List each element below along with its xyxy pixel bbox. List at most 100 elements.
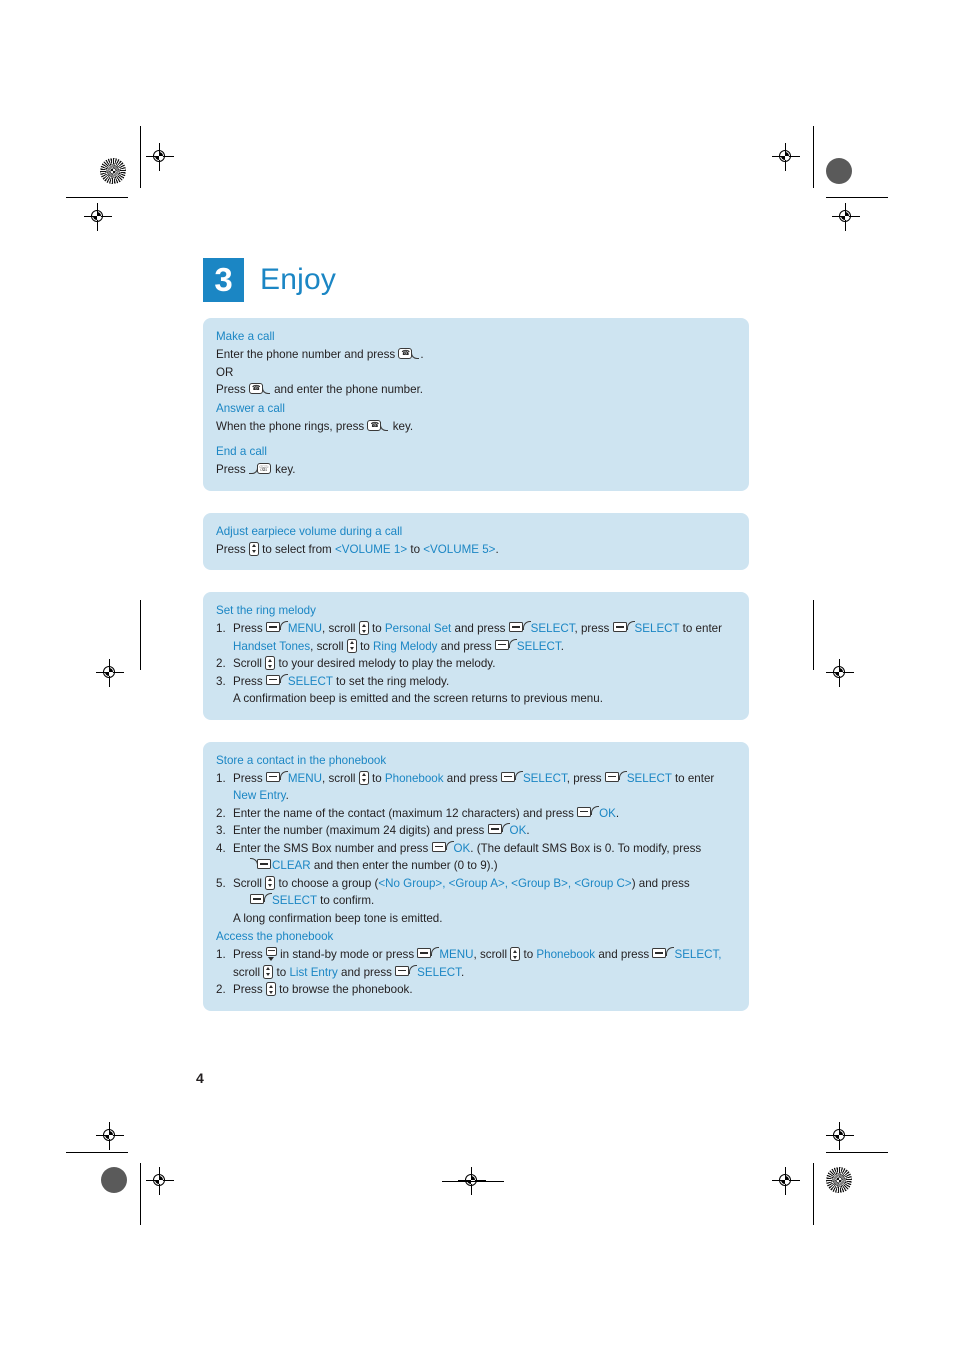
list-item: 2. Scroll to your desired melody to play… (216, 655, 736, 673)
select-label: SELECT (516, 639, 561, 653)
make-a-call-line-1: Enter the phone number and press ☎. (216, 346, 736, 364)
scroll-up-down-key-icon (265, 656, 276, 670)
text: to (360, 639, 370, 653)
text: and press (446, 771, 498, 785)
heading-access-the-phonebook: Access the phonebook (216, 930, 334, 943)
select-label: SELECT (626, 771, 672, 785)
text: Press (233, 948, 263, 961)
text: to set the ring melody. (336, 674, 450, 688)
call-key-icon: ☎ (367, 419, 389, 433)
menu-label: MENU (287, 622, 323, 635)
scroll-up-down-key-icon (248, 541, 259, 556)
soft-key-icon (577, 805, 600, 819)
step-number: 2. (216, 657, 226, 670)
group-option-c: <Group C> (574, 876, 632, 890)
page-number: 4 (196, 1070, 204, 1086)
soft-key-icon (265, 621, 288, 634)
scroll-up-down-key-icon (263, 964, 274, 979)
answer-a-call-line: When the phone rings, press ☎ key. (216, 418, 736, 436)
soft-key-icon (487, 823, 510, 836)
text: to (371, 622, 382, 635)
select-label: SELECT (530, 622, 575, 635)
text: to (276, 965, 287, 979)
text: Press (216, 542, 246, 556)
soft-key-icon (417, 947, 440, 960)
text: and then enter the number (0 to 9).) (313, 859, 498, 872)
text: key. (392, 419, 414, 433)
step-number: 3. (216, 674, 226, 688)
text: . (420, 348, 424, 361)
volume-line: Press to select from <VOLUME 1> to <VOLU… (216, 541, 736, 559)
menu-item-ring-melody: Ring Melody (373, 639, 438, 653)
text: . (526, 824, 530, 837)
page-title: Enjoy (260, 263, 337, 296)
volume-low-value: <VOLUME 1> (334, 542, 408, 556)
end-a-call-line: Press ☏ key. (216, 461, 736, 479)
text: and enter the phone number. (274, 383, 424, 396)
step-note: A long confirmation beep tone is emitted… (233, 911, 443, 925)
scroll-up-down-key-icon (346, 638, 357, 653)
text: to your desired melody to play the melod… (278, 657, 496, 670)
store-contact-steps: 1. Press MENU, scroll to Phonebook and p… (216, 770, 736, 928)
text: . (560, 639, 564, 653)
text: Enter the name of the contact (maximum 1… (233, 806, 574, 820)
end-key-icon: ☏ (248, 463, 272, 476)
soft-key-icon (265, 770, 288, 784)
text: Press (233, 622, 263, 635)
soft-key-icon (652, 947, 675, 960)
text: to confirm. (320, 894, 375, 907)
menu-item-list-entry: List Entry (289, 965, 338, 979)
step-number: 2. (216, 983, 226, 996)
soft-key-icon (612, 621, 635, 634)
menu-label: MENU (439, 948, 474, 961)
step-note: A confirmation beep is emitted and the s… (233, 692, 603, 705)
text: to browse the phonebook. (279, 983, 413, 996)
text: , scroll (322, 771, 356, 785)
menu-item-new-entry: New Entry (233, 789, 286, 802)
text: in stand-by mode or press (280, 948, 415, 961)
text: to (523, 948, 534, 961)
menu-item-personal-set: Personal Set (384, 622, 452, 635)
menu-label: MENU (287, 771, 323, 785)
access-phonebook-steps: 1. Press in stand-by mode or press MENU,… (216, 946, 736, 999)
text: . (615, 806, 620, 820)
manual-page: 3 Enjoy Make a call Enter the phone numb… (0, 0, 954, 1351)
text: Press (233, 674, 263, 688)
text: Press (233, 983, 263, 996)
soft-key-icon (250, 893, 272, 906)
panel-phonebook: Store a contact in the phonebook 1. Pres… (203, 741, 749, 1011)
group-option-b: <Group B> (511, 876, 568, 890)
text: to choose a group ( (278, 876, 379, 890)
volume-high-value: <VOLUME 5> (423, 542, 496, 556)
step-number: 4. (216, 841, 226, 855)
list-item: 4. Enter the SMS Box number and press OK… (216, 840, 736, 875)
step-number: 1. (216, 622, 226, 635)
soft-key-icon (604, 770, 627, 784)
scroll-up-down-key-icon (265, 982, 276, 996)
text: ) and press (631, 876, 690, 890)
menu-item-handset-tones: Handset Tones (233, 639, 311, 653)
list-item: 5. Scroll to choose a group (<No Group>,… (216, 875, 736, 928)
text: to enter (682, 622, 722, 635)
ok-label: OK (509, 824, 527, 837)
scroll-down-key-icon (265, 947, 277, 961)
text: Press (216, 383, 246, 396)
text: . (The default SMS Box is 0. To modify, … (470, 841, 702, 855)
list-item: 3. Enter the number (maximum 24 digits) … (216, 822, 736, 840)
step-number: 3. (216, 824, 226, 837)
soft-key-icon (265, 673, 288, 687)
text: , scroll (310, 639, 344, 653)
text: and press (454, 622, 506, 635)
scroll-up-down-key-icon (358, 621, 369, 635)
ring-melody-steps: 1. Press MENU , scroll to Personal Set an… (216, 620, 736, 708)
panel-earpiece-volume: Adjust earpiece volume during a call Pre… (203, 512, 749, 570)
step-number: 2. (216, 806, 226, 820)
soft-key-icon (395, 964, 418, 978)
step-number: 1. (216, 771, 226, 785)
section-number-badge: 3 (203, 258, 244, 302)
soft-key-icon (500, 770, 523, 784)
list-item: 2. Press to browse the phonebook. (216, 981, 736, 999)
clear-soft-key-icon (250, 858, 272, 871)
select-label: SELECT (634, 622, 680, 635)
text: , press (566, 771, 602, 785)
